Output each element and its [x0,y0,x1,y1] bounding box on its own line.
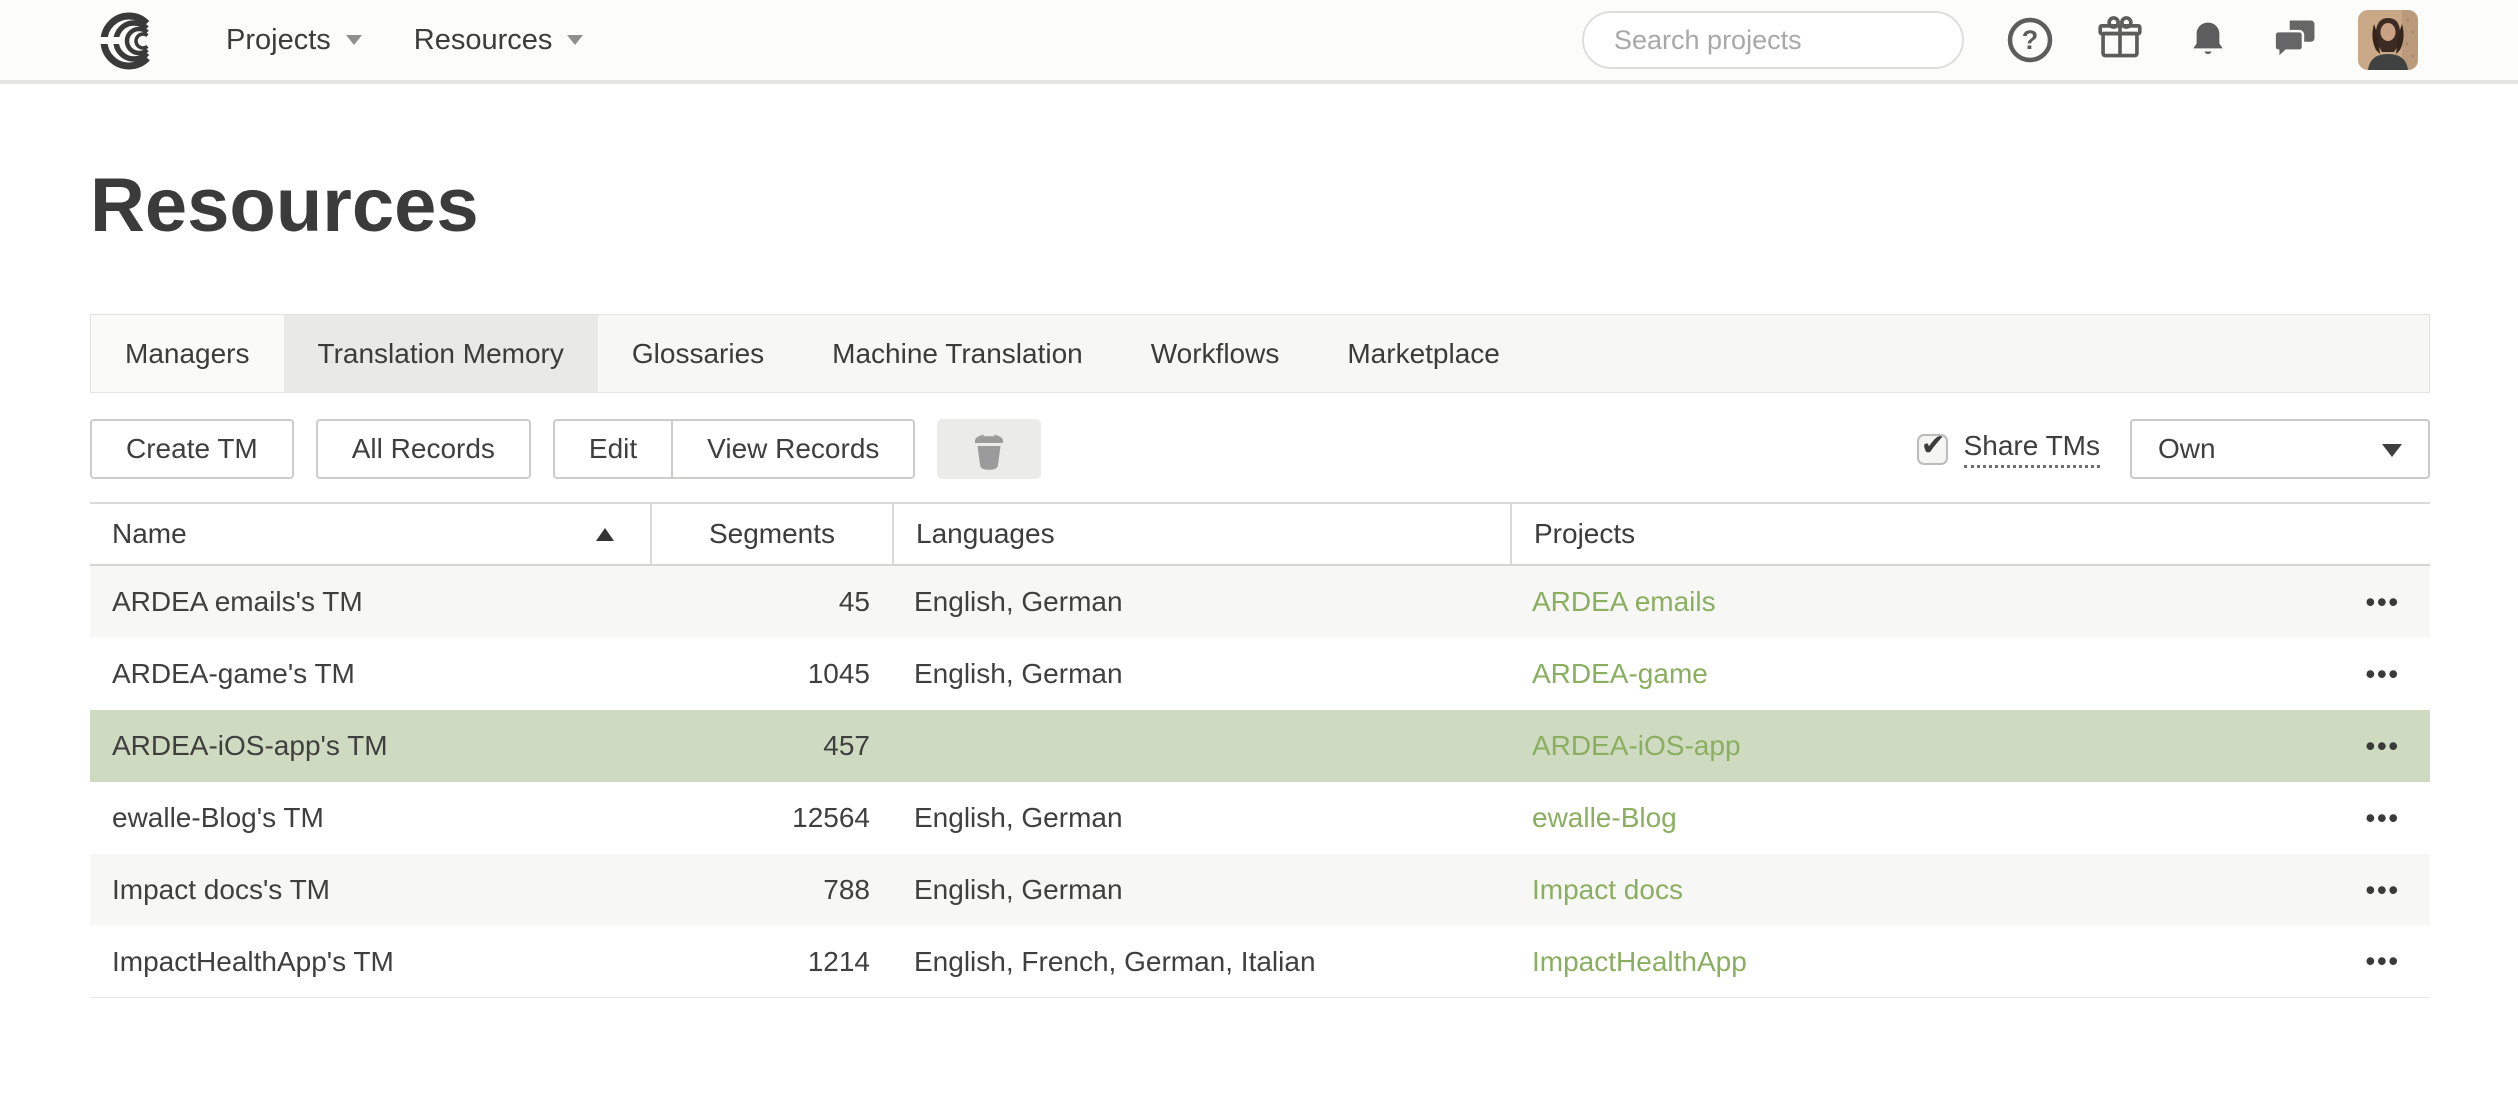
resources-tabs: Managers Translation Memory Glossaries M… [90,314,2430,393]
tm-segments-cell: 12564 [650,802,892,834]
tm-name-cell: ARDEA-iOS-app's TM [90,730,650,762]
tm-name-cell: ewalle-Blog's TM [90,802,650,834]
tm-name-cell: ImpactHealthApp's TM [90,946,650,978]
table-row[interactable]: ARDEA-iOS-app's TM 457 ARDEA-iOS-app ••• [90,710,2430,782]
toolbar-right-controls: ✔ Share TMs Own [1917,419,2430,479]
tm-name-cell: ARDEA emails's TM [90,586,650,618]
project-link[interactable]: ARDEA emails [1532,586,1716,618]
tab-label: Translation Memory [318,338,564,370]
share-tms-checkbox[interactable]: ✔ [1917,434,1948,465]
project-link[interactable]: ARDEA-game [1532,658,1708,690]
tm-projects-cell: Impact docs ••• [1510,874,2430,906]
row-actions-menu-icon[interactable]: ••• [2366,587,2400,618]
tm-name-cell: Impact docs's TM [90,874,650,906]
tab-workflows[interactable]: Workflows [1117,315,1314,392]
row-actions-menu-icon[interactable]: ••• [2366,659,2400,690]
tab-machine-translation[interactable]: Machine Translation [798,315,1117,392]
nav-menu-projects[interactable]: Projects [226,24,362,57]
page-title: Resources [90,168,2430,244]
nav-menu-resources[interactable]: Resources [414,24,584,57]
project-link[interactable]: ImpactHealthApp [1532,946,1747,978]
trash-icon [971,428,1007,470]
sort-ascending-icon [596,528,614,541]
project-link[interactable]: ARDEA-iOS-app [1532,730,1741,762]
column-header-projects[interactable]: Projects [1510,504,2430,564]
delete-tm-button[interactable] [937,419,1041,479]
row-actions-menu-icon[interactable]: ••• [2366,875,2400,906]
tab-label: Marketplace [1347,338,1500,370]
row-actions-menu-icon[interactable]: ••• [2366,803,2400,834]
main-content: Resources Managers Translation Memory Gl… [90,168,2430,998]
tab-label: Workflows [1151,338,1280,370]
help-icon[interactable]: ? [2006,16,2054,64]
chevron-down-icon [346,35,362,45]
tm-projects-cell: ewalle-Blog ••• [1510,802,2430,834]
table-row[interactable]: ARDEA-game's TM 1045 English, German ARD… [90,638,2430,710]
tm-table-body: ARDEA emails's TM 45 English, German ARD… [90,566,2430,998]
table-row[interactable]: Impact docs's TM 788 English, German Imp… [90,854,2430,926]
table-row[interactable]: ImpactHealthApp's TM 1214 English, Frenc… [90,926,2430,998]
tab-glossaries[interactable]: Glossaries [598,315,798,392]
tm-projects-cell: ImpactHealthApp ••• [1510,946,2430,978]
column-header-languages[interactable]: Languages [892,504,1510,564]
tm-languages-cell: English, German [892,802,1510,834]
tm-segments-cell: 788 [650,874,892,906]
project-link[interactable]: ewalle-Blog [1532,802,1677,834]
tm-projects-cell: ARDEA-iOS-app ••• [1510,730,2430,762]
tab-label: Glossaries [632,338,764,370]
tab-translation-memory[interactable]: Translation Memory [284,315,598,392]
edit-view-button-group: Edit View Records [553,419,915,479]
column-header-segments[interactable]: Segments [650,504,892,564]
create-tm-button[interactable]: Create TM [90,419,294,479]
tm-languages-cell: English, French, German, Italian [892,946,1510,978]
tm-projects-cell: ARDEA emails ••• [1510,586,2430,618]
table-row[interactable]: ARDEA emails's TM 45 English, German ARD… [90,566,2430,638]
tab-label: Machine Translation [832,338,1083,370]
search-input[interactable] [1614,25,1968,56]
row-actions-menu-icon[interactable]: ••• [2366,946,2400,977]
tm-ownership-select[interactable]: Own [2130,419,2430,479]
top-nav-bar: Projects Resources ? [0,0,2518,84]
tm-table: Name Segments Languages Projects ARDEA e… [90,502,2430,998]
all-records-button[interactable]: All Records [316,419,531,479]
tm-segments-cell: 1214 [650,946,892,978]
tab-managers[interactable]: Managers [91,315,284,392]
messages-icon[interactable] [2272,17,2318,63]
search-box[interactable] [1582,11,1964,69]
share-tms-label[interactable]: Share TMs [1964,430,2100,468]
tab-marketplace[interactable]: Marketplace [1313,315,1534,392]
tm-projects-cell: ARDEA-game ••• [1510,658,2430,690]
tm-table-header: Name Segments Languages Projects [90,502,2430,566]
tm-segments-cell: 457 [650,730,892,762]
chevron-down-icon [567,35,583,45]
nav-projects-label: Projects [226,24,331,57]
row-actions-menu-icon[interactable]: ••• [2366,731,2400,762]
tm-toolbar: Create TM All Records Edit View Records … [90,419,2430,479]
tm-segments-cell: 1045 [650,658,892,690]
gift-icon[interactable] [2096,16,2144,64]
tm-languages-cell: English, German [892,658,1510,690]
tm-languages-cell: English, German [892,874,1510,906]
tm-languages-cell: English, German [892,586,1510,618]
svg-text:?: ? [2022,25,2039,55]
project-link[interactable]: Impact docs [1532,874,1683,906]
view-records-button[interactable]: View Records [671,419,915,479]
column-header-name[interactable]: Name [90,504,650,564]
table-row[interactable]: ewalle-Blog's TM 12564 English, German e… [90,782,2430,854]
tm-name-cell: ARDEA-game's TM [90,658,650,690]
tab-label: Managers [125,338,250,370]
app-logo-icon[interactable] [96,8,170,72]
user-avatar[interactable] [2358,10,2418,70]
tm-segments-cell: 45 [650,586,892,618]
tm-ownership-selected-value: Own [2158,433,2216,465]
nav-resources-label: Resources [414,24,553,57]
bell-icon[interactable] [2186,18,2230,62]
edit-button[interactable]: Edit [553,419,673,479]
check-icon: ✔ [1921,428,1946,463]
chevron-down-icon [2382,444,2402,457]
